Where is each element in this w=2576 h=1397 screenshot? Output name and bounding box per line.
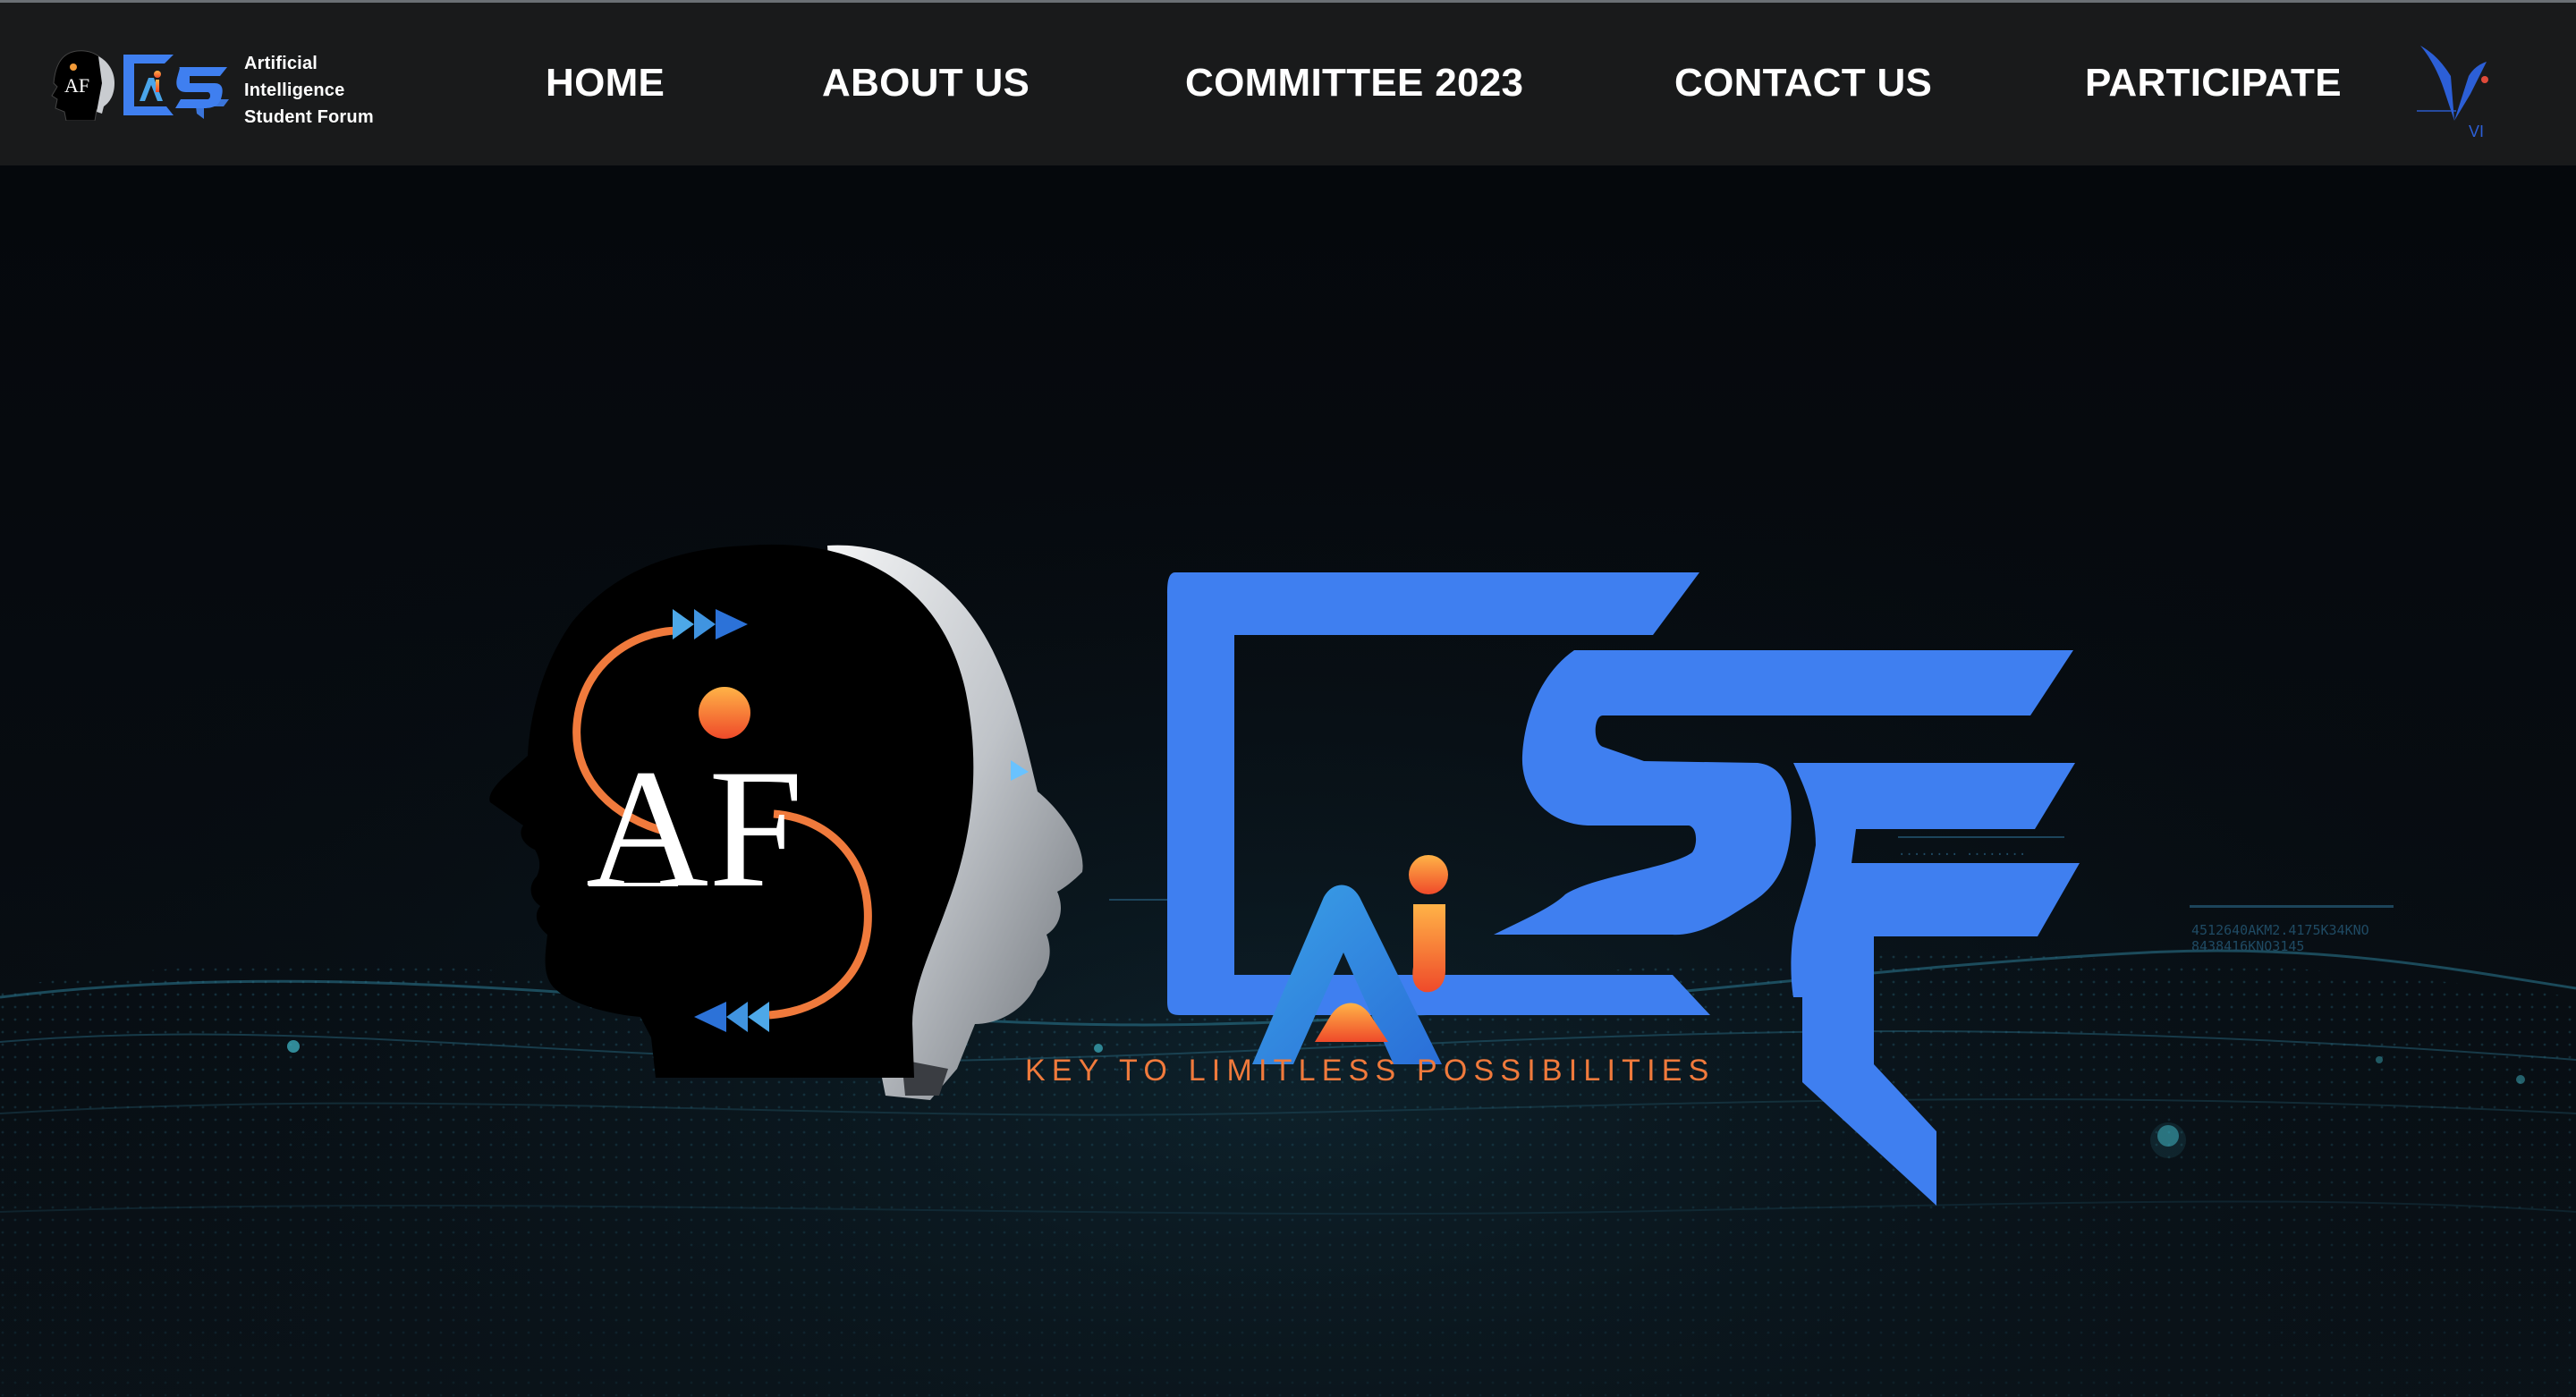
head-af-text: AF xyxy=(586,735,803,923)
brand-name: Artificial Intelligence Student Forum xyxy=(244,50,374,131)
brand-line-3: Student Forum xyxy=(244,107,374,127)
aisf-hero-logo: AF ··· ·· · ········ ········ xyxy=(489,544,2080,1206)
vi-logo-icon[interactable]: VI xyxy=(2415,40,2496,143)
hero-banner: AF ··· ·· · ········ ········ KEY TO LIM… xyxy=(0,165,2576,1397)
vi-logo-label: VI xyxy=(2469,123,2484,140)
hud-code-line-1: 4512640AKM2.4175K34KNO xyxy=(2191,922,2369,938)
svg-text:AF: AF xyxy=(64,74,89,97)
aisf-logo-icon: AF xyxy=(51,50,229,121)
nav-contact-us[interactable]: CONTACT US xyxy=(1674,60,1932,106)
nav-about-us[interactable]: ABOUT US xyxy=(822,60,1030,106)
brand-line-2: Intelligence xyxy=(244,80,345,100)
nav-committee-2023[interactable]: COMMITTEE 2023 xyxy=(1185,60,1523,106)
svg-text:········ ········: ········ ········ xyxy=(1898,848,2026,862)
navbar: AF Artificial Intelligence Student Forum… xyxy=(0,3,2576,165)
brand-line-1: Artificial xyxy=(244,54,318,73)
hero-tagline: KEY TO LIMITLESS POSSIBILITIES xyxy=(1025,1054,1716,1088)
brand[interactable]: AF Artificial Intelligence Student Forum xyxy=(50,47,390,137)
hud-code-line-2: 8438416KNO3145 xyxy=(2191,938,2305,954)
nav-home[interactable]: HOME xyxy=(546,60,665,106)
nav-participate[interactable]: PARTICIPATE xyxy=(2085,60,2342,106)
